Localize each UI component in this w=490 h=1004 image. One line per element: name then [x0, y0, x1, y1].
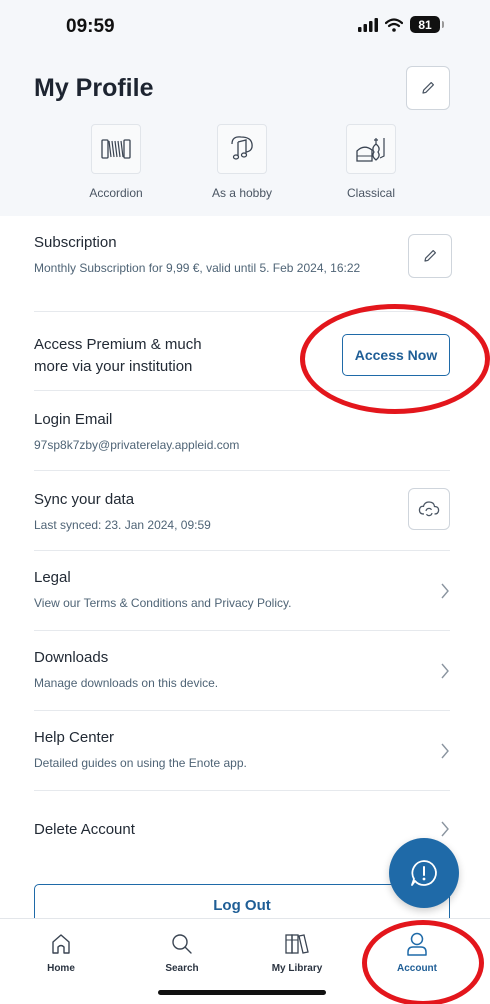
tab-search[interactable]: Search [137, 931, 227, 974]
annotation-circle-access-now [300, 304, 490, 414]
status-bar: 09:59 81 [0, 0, 490, 52]
battery-indicator: 81 [410, 16, 444, 33]
downloads-title: Downloads [34, 649, 109, 666]
help-center-row[interactable]: Help Center Detailed guides on using the… [34, 711, 450, 791]
subscription-title: Subscription [34, 234, 117, 251]
pencil-icon [424, 250, 436, 262]
chevron-right-icon [441, 821, 449, 837]
tag-label: Accordion [89, 186, 143, 200]
edit-profile-button[interactable] [406, 66, 450, 110]
chevron-right-icon [441, 663, 449, 678]
chevron-right-icon [441, 743, 449, 758]
profile-tags: Accordion As a hobby Classical [0, 124, 490, 204]
classical-icon [346, 124, 396, 174]
tag-label: As a hobby [211, 186, 273, 200]
downloads-row[interactable]: Downloads Manage downloads on this devic… [34, 631, 450, 711]
home-indicator [158, 990, 326, 995]
login-email-value: 97sp8k7zby@privaterelay.appleid.com [34, 438, 240, 452]
delete-account-row[interactable]: Delete Account [34, 791, 450, 867]
sync-title: Sync your data [34, 491, 135, 508]
legal-title: Legal [34, 569, 71, 586]
subscription-detail: Monthly Subscription for 9,99 €, valid u… [34, 261, 361, 275]
tab-label: My Library [271, 963, 323, 974]
chevron-right-icon [441, 583, 449, 598]
status-icons: 81 [358, 16, 444, 33]
page-title: My Profile [34, 74, 154, 102]
sync-button[interactable] [408, 488, 450, 530]
pencil-icon [422, 82, 434, 94]
subscription-row: Subscription Monthly Subscription for 9,… [34, 234, 452, 312]
help-center-detail: Detailed guides on using the Enote app. [34, 756, 247, 770]
chat-help-icon [411, 860, 437, 886]
music-note-icon [217, 124, 267, 174]
help-chat-button[interactable] [389, 838, 459, 908]
sync-detail: Last synced: 23. Jan 2024, 09:59 [34, 518, 211, 532]
tab-label: Home [47, 963, 75, 974]
tag-hobby[interactable]: As a hobby [182, 124, 302, 200]
downloads-detail: Manage downloads on this device. [34, 676, 219, 690]
legal-detail: View our Terms & Conditions and Privacy … [34, 596, 292, 610]
tag-accordion[interactable]: Accordion [56, 124, 176, 200]
signal-icon [358, 17, 378, 32]
home-icon [52, 934, 70, 954]
edit-subscription-button[interactable] [408, 234, 452, 278]
tab-home[interactable]: Home [16, 931, 106, 974]
cloud-sync-icon [418, 501, 440, 517]
tab-label: Search [165, 963, 199, 974]
library-icon [285, 934, 309, 954]
tag-label: Classical [346, 186, 395, 200]
accordion-icon [91, 124, 141, 174]
search-icon [172, 934, 192, 954]
sync-row: Sync your data Last synced: 23. Jan 2024… [34, 471, 450, 551]
delete-account-title: Delete Account [34, 821, 135, 838]
tag-classical[interactable]: Classical [311, 124, 431, 200]
legal-row[interactable]: Legal View our Terms & Conditions and Pr… [34, 551, 450, 631]
help-center-title: Help Center [34, 729, 115, 746]
wifi-icon [385, 17, 403, 32]
tab-my-library[interactable]: My Library [252, 931, 342, 974]
status-time: 09:59 [66, 16, 115, 37]
annotation-circle-account-tab [362, 920, 484, 1004]
log-out-label: Log Out [213, 896, 271, 914]
